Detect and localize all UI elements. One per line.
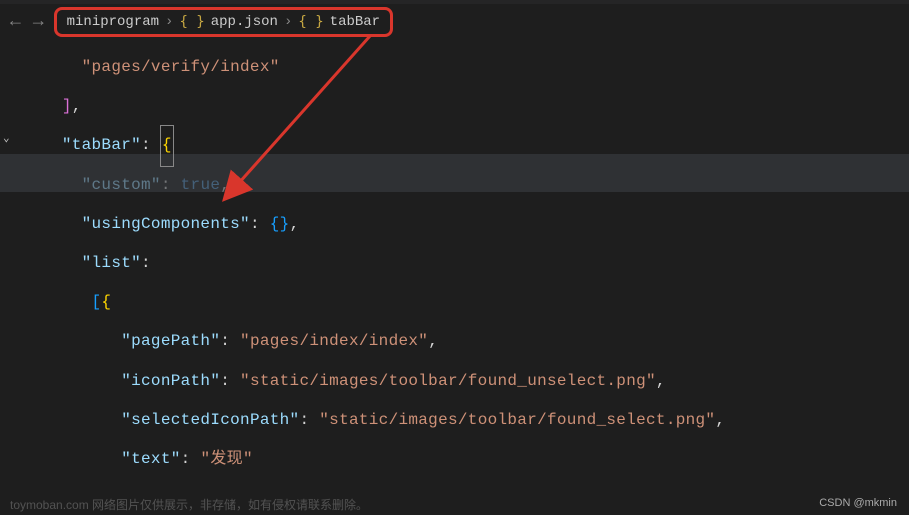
fold-chevron-icon[interactable]: ⌄ bbox=[3, 126, 10, 153]
code-editor[interactable]: "pages/verify/index" ], ⌄ "tabBar": { "c… bbox=[0, 40, 909, 479]
json-file-icon: { } bbox=[179, 14, 204, 30]
nav-forward-icon[interactable]: → bbox=[31, 12, 46, 32]
crumb-symbol[interactable]: tabBar bbox=[330, 14, 380, 30]
code-line: ⌄ "list": bbox=[42, 244, 909, 283]
nav-back-icon[interactable]: ← bbox=[8, 12, 23, 32]
breadcrumb: ← → miniprogram › { } app.json › { } tab… bbox=[0, 4, 909, 40]
code-line: ], bbox=[42, 87, 909, 126]
code-line: "pages/verify/index" bbox=[42, 48, 909, 87]
crumb-folder[interactable]: miniprogram bbox=[67, 14, 159, 30]
code-line: "pagePath": "pages/index/index", bbox=[42, 322, 909, 361]
crumb-file[interactable]: app.json bbox=[211, 14, 278, 30]
code-line: "text": "发现" bbox=[42, 440, 909, 479]
code-line: "iconPath": "static/images/toolbar/found… bbox=[42, 362, 909, 401]
json-symbol-icon: { } bbox=[298, 14, 323, 30]
breadcrumb-highlight: miniprogram › { } app.json › { } tabBar bbox=[54, 7, 393, 37]
code-line: [{ bbox=[42, 283, 909, 322]
chevron-right-icon: › bbox=[165, 14, 173, 30]
watermark-author: CSDN @mkmin bbox=[819, 497, 897, 509]
code-line: ⌄ "tabBar": { bbox=[42, 126, 909, 165]
code-line: "usingComponents": {}, bbox=[42, 205, 909, 244]
chevron-right-icon: › bbox=[284, 14, 292, 30]
code-line: "selectedIconPath": "static/images/toolb… bbox=[42, 401, 909, 440]
watermark-text: toymoban.com 网络图片仅供展示，非存储，如有侵权请联系删除。 bbox=[10, 496, 368, 513]
